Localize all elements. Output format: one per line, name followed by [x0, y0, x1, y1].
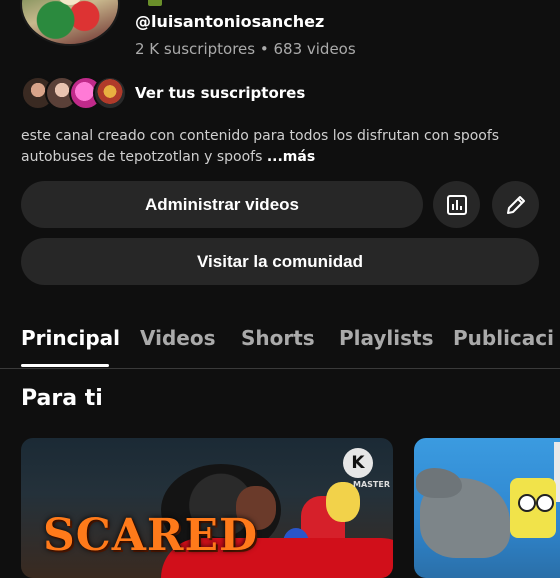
channel-stats: 2 K suscriptores • 683 videos	[135, 40, 356, 58]
tab-publicaciones[interactable]: Publicaci	[453, 326, 554, 350]
channel-avatar[interactable]	[20, 0, 120, 46]
watermark-logo-icon: K	[343, 448, 373, 478]
video-thumbnail[interactable]	[414, 438, 560, 578]
thumbnail-title-text: SCARED	[43, 510, 259, 561]
description-text: este canal creado con contenido para tod…	[21, 128, 500, 165]
tab-playlists[interactable]: Playlists	[339, 326, 434, 350]
character-graphic	[518, 494, 536, 512]
watermark-text: MASTER	[353, 480, 390, 489]
tab-principal[interactable]: Principal	[21, 326, 120, 350]
subscriber-avatars[interactable]	[21, 76, 127, 110]
channel-description[interactable]: este canal creado con contenido para tod…	[21, 126, 541, 168]
video-thumbnail[interactable]: SCARED K MASTER	[21, 438, 393, 578]
edit-channel-button[interactable]	[492, 181, 539, 228]
tab-videos[interactable]: Videos	[140, 326, 216, 350]
analytics-button[interactable]	[433, 181, 480, 228]
active-tab-indicator	[21, 364, 109, 367]
character-graphic	[536, 494, 554, 512]
tab-shorts[interactable]: Shorts	[241, 326, 315, 350]
bar-chart-icon	[446, 194, 467, 215]
manage-videos-button[interactable]: Administrar videos	[21, 181, 423, 228]
more-link[interactable]: ...más	[267, 149, 315, 165]
visit-community-button[interactable]: Visitar la comunidad	[21, 238, 539, 285]
dinosaur-graphic	[416, 468, 462, 498]
see-subscribers-link[interactable]: Ver tus suscriptores	[135, 84, 305, 102]
pencil-icon	[506, 195, 525, 214]
avatar	[93, 76, 127, 110]
channel-tabs: Principal Videos Shorts Playlists Public…	[0, 320, 560, 368]
decoration	[148, 0, 162, 6]
section-title: Para ti	[21, 386, 103, 411]
divider	[0, 368, 560, 369]
channel-handle: @luisantoniosanchez	[135, 12, 325, 31]
